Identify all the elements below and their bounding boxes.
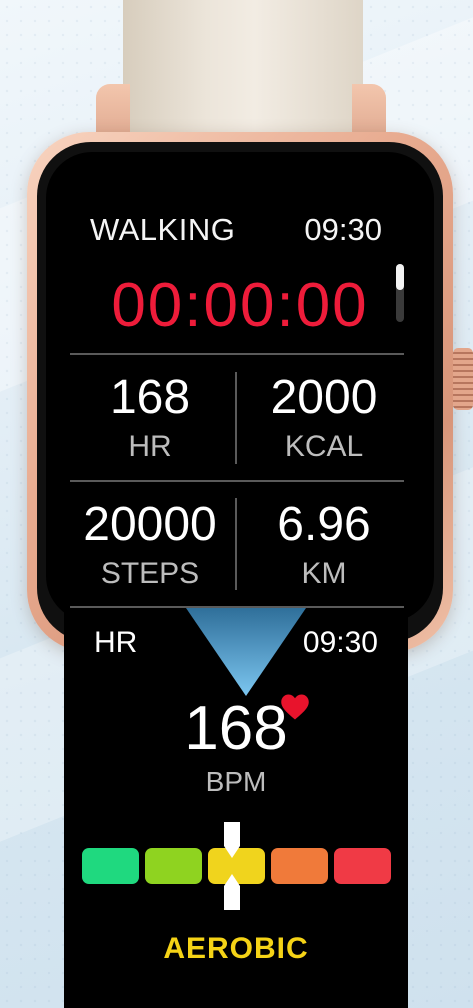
stat-unit: KCAL — [284, 430, 364, 463]
pointer-triangle-icon — [186, 608, 306, 696]
stat-value: 20000 — [83, 498, 217, 551]
zone-segment — [145, 848, 202, 884]
zone-segment — [334, 848, 391, 884]
watch-strap-top — [123, 0, 363, 140]
zone-marker-icon — [224, 822, 240, 910]
bpm-value: 168 — [184, 694, 288, 763]
hr-screen-title: HR — [94, 626, 138, 659]
bpm-unit: BPM — [205, 766, 267, 797]
zone-segment — [271, 848, 328, 884]
divider — [70, 353, 404, 355]
stat-steps: 20000 STEPS — [70, 501, 230, 589]
scrollbar-thumb[interactable] — [396, 264, 404, 290]
heart-icon — [281, 694, 309, 720]
divider — [70, 480, 404, 482]
clock-time: 09:30 — [304, 212, 382, 247]
stat-calories: 2000 KCAL — [244, 374, 404, 462]
divider — [235, 372, 237, 464]
watch-crown-button[interactable] — [453, 348, 473, 410]
scrollbar[interactable] — [396, 264, 404, 322]
stat-heart-rate: 168 HR — [70, 374, 230, 462]
stat-value: 6.96 — [277, 498, 371, 551]
stat-value: 2000 — [270, 371, 378, 424]
heart-rate-screen: HR 09:30 168 BPM AEROBIC — [64, 608, 408, 1008]
workout-mode-title: WALKING — [90, 212, 236, 247]
workout-timer: 00:00:00 — [111, 271, 369, 340]
divider — [235, 498, 237, 590]
stat-unit: KM — [301, 557, 347, 590]
stat-unit: STEPS — [100, 557, 200, 590]
heart-rate-zone-label: AEROBIC — [163, 932, 309, 965]
stat-value: 168 — [109, 371, 191, 424]
clock-time: 09:30 — [302, 626, 378, 659]
stat-unit: HR — [128, 430, 172, 463]
stat-distance: 6.96 KM — [244, 501, 404, 589]
zone-segment — [82, 848, 139, 884]
workout-screen: WALKING 09:30 00:00:00 168 HR 2000 KCAL … — [46, 152, 434, 622]
